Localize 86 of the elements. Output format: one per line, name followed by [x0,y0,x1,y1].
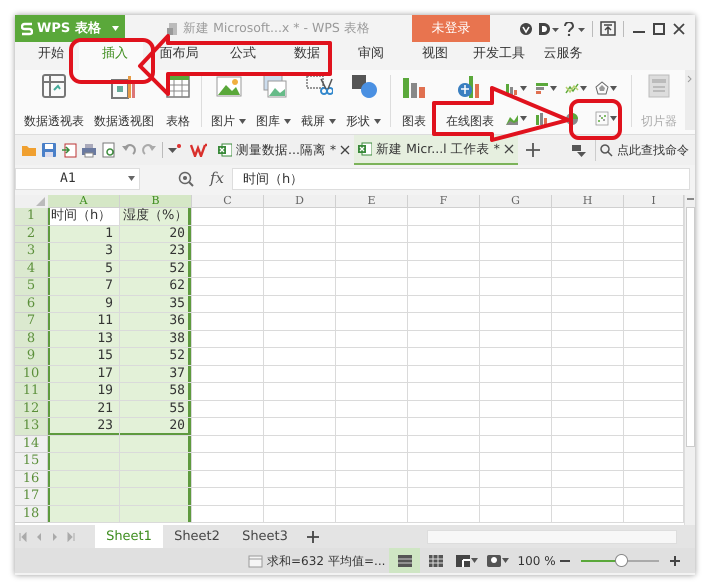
table-cell: 52 [120,348,192,366]
row-header[interactable]: 9 [15,348,48,366]
row-header[interactable]: 8 [15,330,48,348]
app-menu-button[interactable]: WPS 表格 [15,15,125,42]
table-cell: 62 [120,278,192,296]
row-header[interactable]: 1 [15,208,48,226]
table-cell: 58 [120,383,192,400]
column-header[interactable]: I [624,195,684,208]
column-header[interactable]: A [48,195,120,208]
menu-tab[interactable]: 开发工具 [463,42,527,70]
column-header[interactable]: D [264,195,336,208]
ribbon-button[interactable]: 形状 [343,72,384,130]
column-header[interactable]: B [120,195,192,208]
sheet-tab[interactable]: Sheet3 [231,525,299,548]
ribbon-button[interactable]: 图库 [253,72,294,130]
column-header[interactable]: F [408,195,480,208]
sheet-tab[interactable]: Sheet2 [163,525,231,548]
table-cell: 38 [120,330,192,348]
sum-text: 求和=632 [267,552,324,570]
window-title: 新建 Microsoft...x * - WPS 表格 [183,19,370,38]
table-cell: 11 [48,313,120,330]
table-cell: 36 [120,313,192,330]
function-button[interactable]: fx [202,167,232,190]
sheet-tab[interactable]: Sheet1 [95,525,163,548]
menu-tab[interactable]: 公式 [207,42,271,70]
row-header[interactable]: 6 [15,296,48,313]
column-header[interactable]: C [192,195,264,208]
row-header[interactable]: 5 [15,278,48,296]
table-cell: 3 [48,243,120,260]
menu-tab[interactable]: 开始 [15,42,79,70]
row-header[interactable]: 17 [15,488,48,506]
row-header[interactable]: 16 [15,470,48,488]
ribbon-button[interactable]: 图片 [208,72,249,130]
table-cell: 23 [48,418,120,436]
column-header[interactable]: H [552,195,624,208]
document-tab[interactable]: 新建 Micr...l 工作表 * [354,135,518,165]
table-cell: 17 [48,366,120,383]
table-cell: 9 [48,296,120,313]
row-header[interactable]: 15 [15,453,48,470]
column-header[interactable]: E [336,195,408,208]
row-header[interactable]: 4 [15,260,48,278]
row-header[interactable]: 11 [15,383,48,400]
column-header[interactable]: G [480,195,552,208]
table-cell: 20 [120,418,192,436]
table-cell: 20 [120,226,192,243]
command-search-field[interactable]: 点此查找命令 [595,139,695,161]
menu-tab[interactable]: 插入 [79,42,143,70]
login-button[interactable]: 未登录 [412,15,490,42]
ribbon-button[interactable]: 表格 [161,72,195,130]
table-cell: 1 [48,226,120,243]
row-header[interactable]: 12 [15,400,48,418]
ribbon-button[interactable]: 图表 [397,72,431,130]
row-header[interactable]: 7 [15,313,48,330]
menu-tab[interactable]: 视图 [399,42,463,70]
table-cell: 15 [48,348,120,366]
average-text: 平均值=... [328,552,386,570]
menu-tab[interactable]: 数据 [271,42,335,70]
menu-tab[interactable]: 面布局 [143,42,207,70]
menu-tab[interactable]: 云服务 [527,42,591,70]
row-header[interactable]: 13 [15,418,48,436]
ribbon-button[interactable]: 数据透视图 [91,72,157,130]
row-header[interactable]: 2 [15,226,48,243]
table-cell: 37 [120,366,192,383]
table-cell: 35 [120,296,192,313]
document-tab[interactable]: 测量数据...隔离 * [214,135,354,165]
table-cell: 7 [48,278,120,296]
row-header[interactable]: 18 [15,506,48,523]
menu-tab[interactable]: 审阅 [335,42,399,70]
formula-field[interactable]: 时间（h） [232,168,690,190]
ribbon-button[interactable]: 在线图表 [443,72,497,130]
table-cell: 时间（h） [48,208,120,226]
table-cell: 23 [120,243,192,260]
ribbon-button[interactable]: 截屏 [298,72,339,130]
table-cell: 21 [48,400,120,418]
row-header[interactable]: 14 [15,436,48,453]
ribbon-button[interactable]: 数据透视表 [21,72,87,130]
table-cell: 19 [48,383,120,400]
zoom-level-text: 100 % [517,552,556,570]
name-box[interactable]: A1 [15,168,140,190]
table-cell: 52 [120,260,192,278]
row-header[interactable]: 3 [15,243,48,260]
table-cell: 湿度（%） [120,208,192,226]
row-header[interactable]: 10 [15,366,48,383]
table-cell: 55 [120,400,192,418]
table-cell: 13 [48,330,120,348]
table-cell: 5 [48,260,120,278]
